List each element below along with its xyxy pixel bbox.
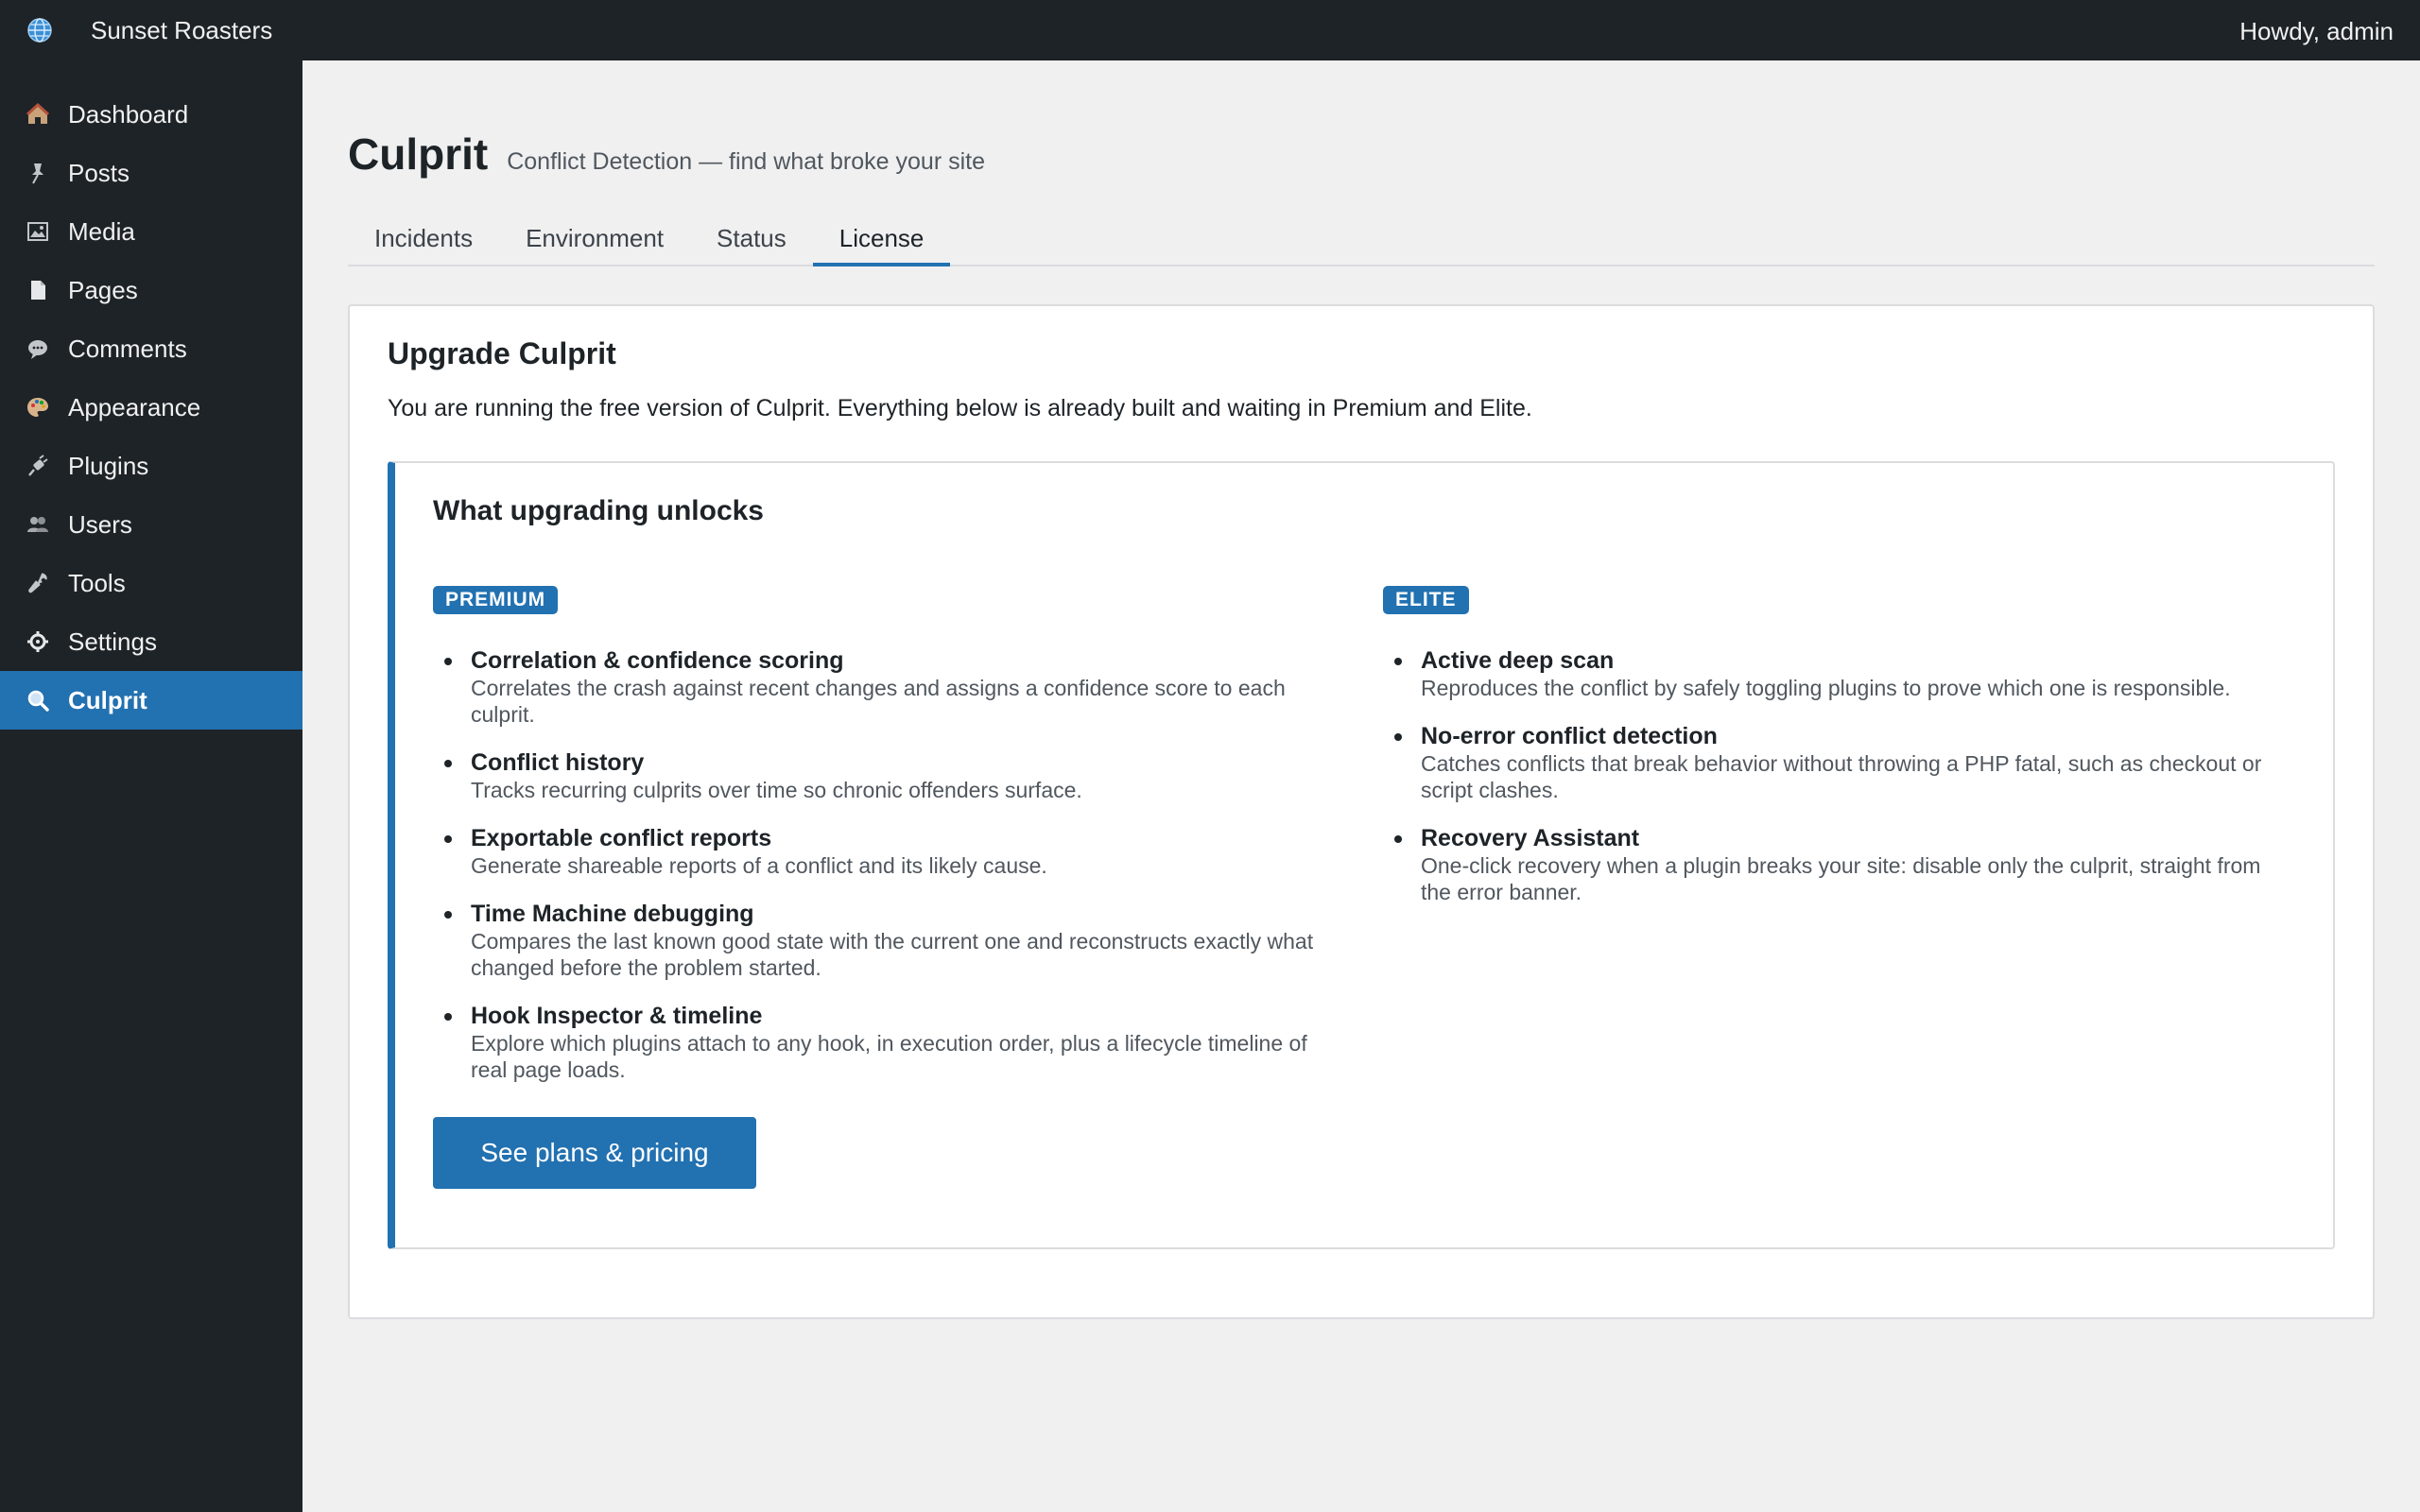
list-item: Exportable conflict reports Generate sha… bbox=[433, 824, 1340, 879]
plug-icon bbox=[23, 451, 53, 481]
sidebar-item-label: Tools bbox=[68, 568, 126, 597]
sidebar-item-label: Appearance bbox=[68, 392, 201, 421]
sidebar-item-dashboard[interactable]: Dashboard bbox=[0, 85, 302, 144]
gear-icon bbox=[23, 627, 53, 657]
page-icon bbox=[23, 275, 53, 305]
feature-name: Time Machine debugging bbox=[471, 901, 754, 927]
page-header: Culprit Conflict Detection — find what b… bbox=[348, 129, 985, 180]
palette-icon bbox=[23, 392, 53, 422]
feature-description: Correlates the crash against recent chan… bbox=[471, 676, 1286, 727]
feature-description: Reproduces the conflict by safely toggli… bbox=[1421, 676, 2231, 700]
sidebar-item-posts[interactable]: Posts bbox=[0, 144, 302, 202]
premium-feature-list: Correlation & confidence scoring Correla… bbox=[433, 646, 1340, 1083]
feature-description: Explore which plugins attach to any hook… bbox=[471, 1031, 1307, 1082]
feature-name: No-error conflict detection bbox=[1421, 723, 1718, 749]
tab-license[interactable]: License bbox=[812, 210, 951, 266]
tab-status[interactable]: Status bbox=[690, 210, 813, 266]
bullet-icon bbox=[444, 835, 452, 843]
bullet-icon bbox=[444, 760, 452, 767]
list-item: Recovery Assistant One-click recovery wh… bbox=[1383, 824, 2290, 905]
premium-column: PREMIUM Correlation & confidence scoring… bbox=[433, 586, 1340, 1104]
house-icon bbox=[23, 99, 53, 129]
page-title: Culprit bbox=[348, 129, 489, 179]
admin-menu: Dashboard Posts Media Pages Comments App… bbox=[0, 60, 302, 730]
sidebar-item-label: Posts bbox=[68, 158, 130, 187]
sidebar-item-label: Plugins bbox=[68, 451, 149, 480]
admin-sidebar: Dashboard Posts Media Pages Comments App… bbox=[0, 60, 302, 1512]
speech-bubble-icon bbox=[23, 334, 53, 364]
feature-name: Active deep scan bbox=[1421, 647, 1615, 674]
bullet-icon bbox=[1394, 658, 1402, 665]
bullet-icon bbox=[444, 911, 452, 919]
picture-icon bbox=[23, 216, 53, 247]
feature-description: Compares the last known good state with … bbox=[471, 929, 1314, 980]
elite-feature-list: Active deep scan Reproduces the conflict… bbox=[1383, 646, 2290, 905]
feature-name: Recovery Assistant bbox=[1421, 825, 1640, 851]
nav-tabs: Incidents Environment Status License bbox=[348, 210, 2375, 266]
feature-description: Tracks recurring culprits over time so c… bbox=[471, 778, 1082, 802]
bullet-icon bbox=[444, 1013, 452, 1021]
page-subtitle: Conflict Detection — find what broke you… bbox=[507, 148, 985, 175]
bullet-icon bbox=[444, 658, 452, 665]
bullet-icon bbox=[1394, 835, 1402, 843]
list-item: Active deep scan Reproduces the conflict… bbox=[1383, 646, 2290, 701]
feature-name: Exportable conflict reports bbox=[471, 825, 772, 851]
globe-icon[interactable] bbox=[26, 17, 53, 43]
upgrade-card: Upgrade Culprit You are running the free… bbox=[348, 304, 2375, 1319]
wrench-icon bbox=[23, 568, 53, 598]
sidebar-item-label: Comments bbox=[68, 334, 187, 363]
sidebar-item-comments[interactable]: Comments bbox=[0, 319, 302, 378]
list-item: Time Machine debugging Compares the last… bbox=[433, 900, 1340, 981]
sidebar-item-label: Pages bbox=[68, 275, 138, 304]
unlocks-title: What upgrading unlocks bbox=[433, 495, 764, 526]
users-icon bbox=[23, 509, 53, 540]
tab-environment[interactable]: Environment bbox=[499, 210, 690, 266]
sidebar-item-settings[interactable]: Settings bbox=[0, 612, 302, 671]
sidebar-item-tools[interactable]: Tools bbox=[0, 554, 302, 612]
list-item: No-error conflict detection Catches conf… bbox=[1383, 722, 2290, 803]
feature-name: Conflict history bbox=[471, 749, 645, 776]
admin-bar: Sunset Roasters Howdy, admin bbox=[0, 0, 2420, 60]
elite-badge: ELITE bbox=[1383, 586, 1469, 614]
bullet-icon bbox=[1394, 733, 1402, 741]
sidebar-item-pages[interactable]: Pages bbox=[0, 261, 302, 319]
elite-column: ELITE Active deep scan Reproduces the co… bbox=[1383, 586, 2290, 926]
feature-name: Correlation & confidence scoring bbox=[471, 647, 844, 674]
list-item: Correlation & confidence scoring Correla… bbox=[433, 646, 1340, 728]
premium-badge: PREMIUM bbox=[433, 586, 559, 614]
sidebar-item-label: Users bbox=[68, 509, 132, 539]
tab-incidents[interactable]: Incidents bbox=[348, 210, 499, 266]
card-description: You are running the free version of Culp… bbox=[388, 395, 1532, 421]
see-plans-pricing-button[interactable]: See plans & pricing bbox=[433, 1117, 756, 1189]
sidebar-item-appearance[interactable]: Appearance bbox=[0, 378, 302, 437]
magnifier-icon bbox=[23, 685, 53, 715]
user-greeting[interactable]: Howdy, admin bbox=[2239, 17, 2394, 46]
list-item: Hook Inspector & timeline Explore which … bbox=[433, 1002, 1340, 1083]
feature-description: Generate shareable reports of a conflict… bbox=[471, 853, 1047, 878]
sidebar-item-media[interactable]: Media bbox=[0, 202, 302, 261]
sidebar-item-label: Settings bbox=[68, 627, 157, 656]
unlocks-panel: What upgrading unlocks PREMIUM Correlati… bbox=[388, 461, 2335, 1249]
feature-description: One-click recovery when a plugin breaks … bbox=[1421, 853, 2261, 904]
site-name-link[interactable]: Sunset Roasters bbox=[91, 16, 272, 45]
sidebar-item-label: Media bbox=[68, 216, 135, 246]
sidebar-item-plugins[interactable]: Plugins bbox=[0, 437, 302, 495]
sidebar-item-users[interactable]: Users bbox=[0, 495, 302, 554]
sidebar-item-label: Dashboard bbox=[68, 99, 189, 129]
pin-icon bbox=[23, 158, 53, 188]
sidebar-item-culprit[interactable]: Culprit bbox=[0, 671, 302, 730]
list-item: Conflict history Tracks recurring culpri… bbox=[433, 748, 1340, 803]
sidebar-item-label: Culprit bbox=[68, 685, 147, 714]
card-title: Upgrade Culprit bbox=[388, 336, 616, 370]
feature-description: Catches conflicts that break behavior wi… bbox=[1421, 751, 2262, 802]
feature-name: Hook Inspector & timeline bbox=[471, 1003, 763, 1029]
